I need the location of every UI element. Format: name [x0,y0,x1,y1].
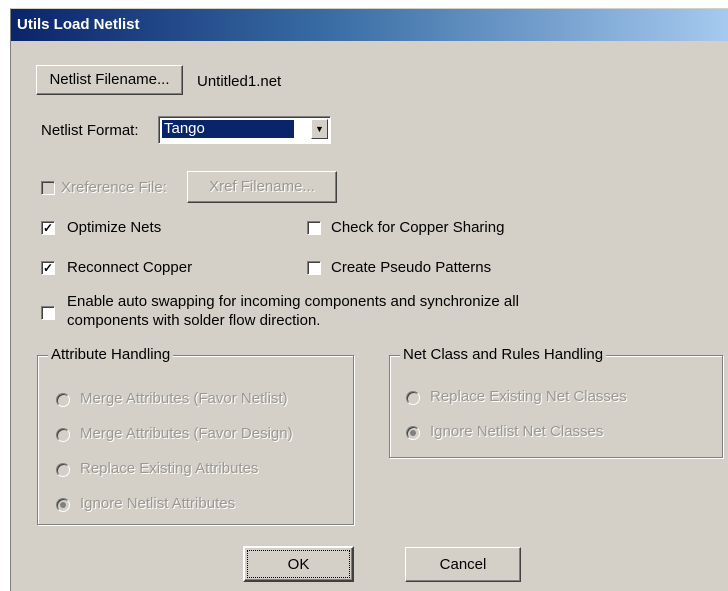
xref-filename-button[interactable]: Xref Filename... [187,171,337,203]
optimize-nets-checkbox[interactable]: ✓ [41,221,55,235]
optimize-nets-label: Optimize Nets [67,219,162,236]
attribute-handling-title: Attribute Handling [48,346,174,363]
title-bar[interactable]: Utils Load Netlist [11,9,728,41]
auto-swapping-label-line1: Enable auto swapping for incoming compon… [67,293,519,310]
create-pseudo-patterns-label: Create Pseudo Patterns [331,259,492,276]
auto-swapping-label-line2: components with solder flow direction. [67,312,321,329]
cancel-button[interactable]: Cancel [405,547,521,582]
ignore-netlist-net-classes-label: Ignore Netlist Net Classes [430,423,604,440]
replace-existing-attributes-radio[interactable] [56,463,70,477]
reconnect-copper-label: Reconnect Copper [67,259,193,276]
netlist-filename-button[interactable]: Netlist Filename... [36,65,183,95]
netlist-filename-button-label: Netlist Filename... [49,71,170,88]
replace-existing-net-classes-label: Replace Existing Net Classes [430,388,627,405]
ok-button-label: OK [287,556,310,573]
chevron-down-icon[interactable]: ▼ [311,119,328,139]
netlist-format-value: Tango [162,120,294,138]
net-class-handling-group: Net Class and Rules Handling Replace Exi… [389,346,723,458]
load-netlist-dialog: Utils Load Netlist Netlist Filename... U… [10,8,728,591]
merge-favor-netlist-label: Merge Attributes (Favor Netlist) [80,390,288,407]
auto-swapping-checkbox[interactable] [41,306,55,320]
merge-favor-design-label: Merge Attributes (Favor Design) [80,425,293,442]
xreference-file-checkbox[interactable] [41,181,55,195]
replace-existing-attributes-label: Replace Existing Attributes [80,460,259,477]
xref-filename-button-label: Xref Filename... [209,178,315,195]
ignore-netlist-net-classes-radio[interactable] [406,426,420,440]
ignore-netlist-attributes-label: Ignore Netlist Attributes [80,495,236,512]
net-class-handling-title: Net Class and Rules Handling [400,346,607,363]
check-copper-sharing-label: Check for Copper Sharing [331,219,505,236]
window-title: Utils Load Netlist [17,16,140,33]
merge-favor-design-radio[interactable] [56,428,70,442]
create-pseudo-patterns-checkbox[interactable] [307,261,321,275]
replace-existing-net-classes-radio[interactable] [406,391,420,405]
ignore-netlist-attributes-radio[interactable] [56,498,70,512]
ok-button[interactable]: OK [243,546,354,582]
reconnect-copper-checkbox[interactable]: ✓ [41,261,55,275]
netlist-format-label: Netlist Format: [41,122,139,139]
check-copper-sharing-checkbox[interactable] [307,221,321,235]
merge-favor-netlist-radio[interactable] [56,393,70,407]
xreference-file-label: Xreference File: [61,179,167,196]
attribute-handling-group: Attribute Handling Merge Attributes (Fav… [37,346,354,525]
cancel-button-label: Cancel [439,556,487,573]
netlist-format-select[interactable]: Tango ▼ [158,116,331,144]
netlist-filename-value: Untitled1.net [197,73,282,90]
